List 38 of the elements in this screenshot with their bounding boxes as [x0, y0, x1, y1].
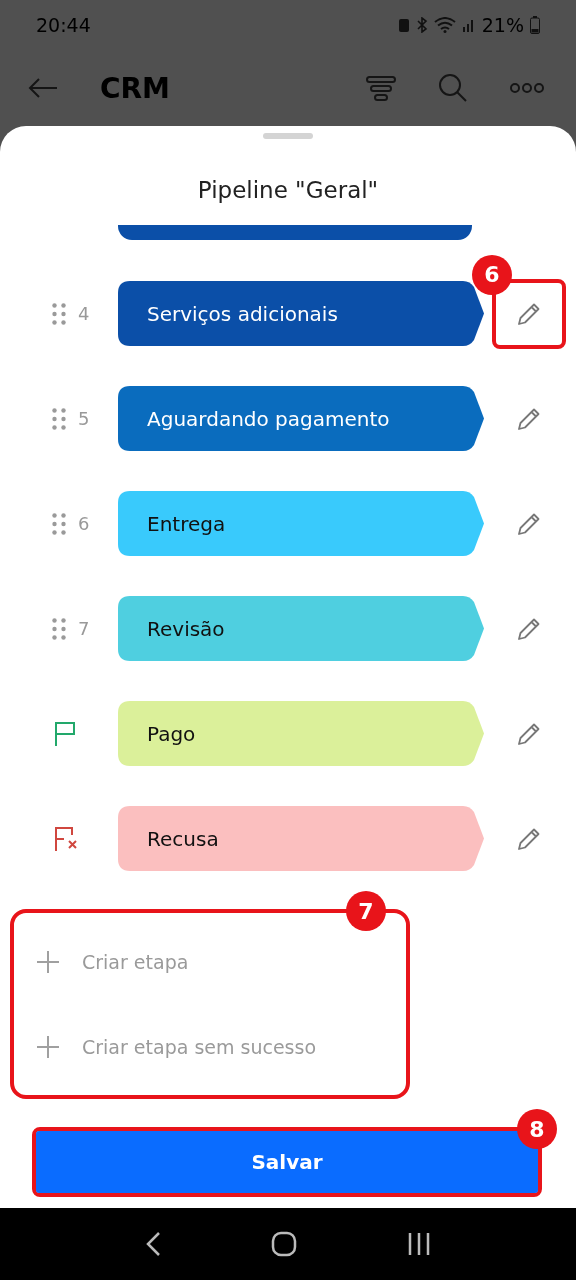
- stage-bar[interactable]: Recusa: [118, 806, 484, 871]
- signal-icon: [461, 17, 476, 33]
- more-icon[interactable]: [510, 82, 544, 94]
- battery-icon: [530, 16, 540, 34]
- stage-bar[interactable]: Pago: [118, 701, 484, 766]
- recents-icon[interactable]: [407, 1232, 431, 1256]
- search-icon[interactable]: [438, 73, 468, 103]
- plus-icon: [36, 1034, 60, 1059]
- drag-handle-icon[interactable]: [52, 407, 66, 430]
- sheet-title: Pipeline "Geral": [196, 177, 380, 203]
- drag-handle-icon[interactable]: [52, 302, 66, 325]
- callout-badge: 7: [346, 891, 386, 931]
- back-icon[interactable]: [145, 1231, 161, 1257]
- stage-bar[interactable]: Serviços adicionais: [118, 281, 484, 346]
- flag-icon: [54, 720, 76, 747]
- stage-bar[interactable]: Revisão: [118, 596, 484, 661]
- battery-percent: 21%: [481, 14, 524, 36]
- home-icon[interactable]: [271, 1231, 297, 1257]
- callout-badge: 8: [517, 1109, 557, 1149]
- stage-bar[interactable]: Aguardando pagamento: [118, 386, 484, 451]
- back-arrow-icon[interactable]: [28, 77, 58, 99]
- stage-bar[interactable]: Entrega: [118, 491, 484, 556]
- stage-number: 4: [78, 303, 90, 324]
- stage-number: 7: [78, 618, 90, 639]
- app-title: CRM: [100, 71, 170, 105]
- plus-icon: [36, 949, 60, 974]
- stage-number: 6: [78, 513, 90, 534]
- drag-handle[interactable]: [263, 133, 313, 139]
- stage-number: 5: [78, 408, 90, 429]
- wifi-icon: [433, 17, 456, 33]
- filter-icon[interactable]: [366, 75, 396, 101]
- callout-badge: 6: [472, 254, 512, 295]
- drag-handle-icon[interactable]: [52, 512, 66, 535]
- flag-cross-icon: [54, 825, 80, 852]
- notification-icon: [397, 17, 410, 33]
- clock: 20:44: [36, 14, 91, 36]
- bluetooth-icon: [415, 17, 428, 33]
- drag-handle-icon[interactable]: [52, 617, 66, 640]
